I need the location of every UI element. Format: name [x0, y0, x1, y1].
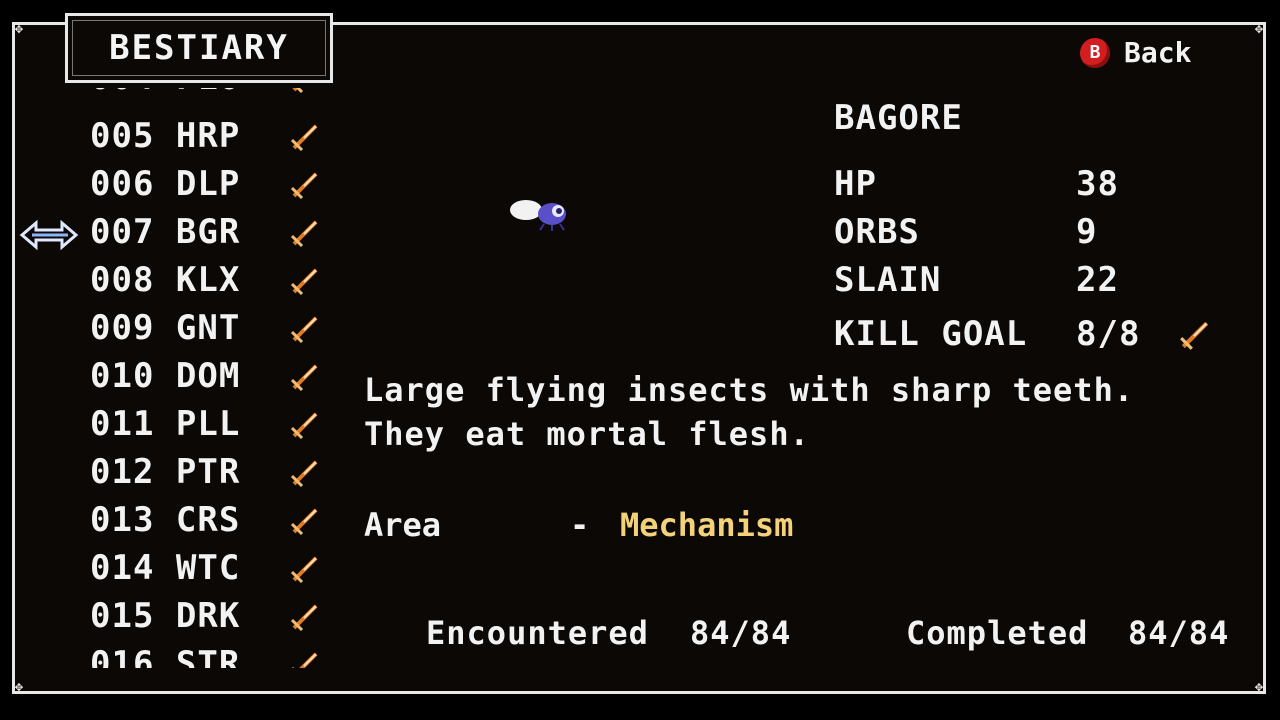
monster-list[interactable]: 004 FLO 005 HRP 006 DLP 007 BGR 008 KLX …: [90, 88, 340, 668]
list-item-label: 013 CRS: [90, 500, 241, 540]
list-item-label: 012 PTR: [90, 452, 241, 492]
list-item[interactable]: 014 WTC: [90, 548, 340, 588]
area-value: Mechanism: [620, 506, 794, 544]
sword-icon: [290, 508, 318, 536]
list-item[interactable]: 004 FLO: [90, 88, 340, 98]
list-item-label: 009 GNT: [90, 308, 241, 348]
monster-description: Large flying insects with sharp teeth. T…: [364, 368, 1134, 456]
kill-goal-value: 8/8: [1076, 314, 1141, 354]
kill-goal-label: KILL GOAL: [834, 314, 1028, 354]
description-line: Large flying insects with sharp teeth.: [364, 371, 1135, 409]
sword-icon: [292, 652, 318, 668]
back-label: Back: [1124, 36, 1192, 69]
list-item-label: 016 STR: [90, 644, 241, 668]
list-item-label: 006 DLP: [90, 164, 241, 204]
sword-icon: [290, 124, 318, 152]
list-item[interactable]: 005 HRP: [90, 116, 340, 156]
sword-icon: [292, 88, 304, 94]
list-item-label: 015 DRK: [90, 596, 241, 636]
list-item-label: 011 PLL: [90, 404, 241, 444]
monster-name: BAGORE: [834, 98, 963, 138]
completed-label: Completed: [906, 614, 1089, 652]
completed-value: 84/84: [1128, 614, 1230, 652]
orbs-value: 9: [1076, 212, 1098, 252]
sword-icon: [290, 556, 318, 584]
list-item-label: 004 FLO: [90, 88, 240, 98]
selection-cursor-icon: [19, 219, 78, 251]
sword-icon: [290, 172, 318, 200]
list-item[interactable]: 015 DRK: [90, 596, 340, 636]
list-item[interactable]: 009 GNT: [90, 308, 340, 348]
list-item[interactable]: 012 PTR: [90, 452, 340, 492]
bagore-sprite: [510, 200, 566, 231]
list-item[interactable]: 006 DLP: [90, 164, 340, 204]
sword-icon: [290, 220, 318, 248]
list-item[interactable]: 010 DOM: [90, 356, 340, 396]
list-item[interactable]: 011 PLL: [90, 404, 340, 444]
description-line: They eat mortal flesh.: [364, 415, 810, 453]
slain-value: 22: [1076, 260, 1119, 300]
area-separator: -: [570, 506, 590, 544]
area-label: Area: [364, 506, 442, 544]
sword-icon: [290, 268, 318, 296]
sword-icon: [290, 412, 318, 440]
list-item[interactable]: 016 STR: [90, 644, 340, 668]
frame-corner-ornament: ✥: [14, 679, 24, 695]
hp-value: 38: [1076, 164, 1119, 204]
frame-corner-ornament: ✥: [14, 21, 24, 37]
title-inner-border: [72, 20, 326, 76]
bestiary-title-box: BESTIARY: [65, 13, 333, 83]
encountered-label: Encountered: [426, 614, 649, 652]
sword-icon: [290, 316, 318, 344]
sword-icon: [290, 604, 318, 632]
list-item-label: 014 WTC: [90, 548, 241, 588]
sword-icon: [1180, 321, 1209, 350]
encountered-value: 84/84: [690, 614, 792, 652]
list-item-selected[interactable]: 007 BGR: [90, 212, 340, 252]
list-item[interactable]: 013 CRS: [90, 500, 340, 540]
list-item-label: 008 KLX: [90, 260, 241, 300]
list-item-label: 010 DOM: [90, 356, 241, 396]
slain-label: SLAIN: [834, 260, 942, 300]
list-item-label: 007 BGR: [90, 212, 241, 252]
sword-icon: [290, 364, 318, 392]
orbs-label: ORBS: [834, 212, 920, 252]
back-button[interactable]: B Back: [1080, 36, 1191, 69]
hp-label: HP: [834, 164, 877, 204]
b-button-icon: B: [1080, 37, 1110, 68]
frame-corner-ornament: ✥: [1254, 21, 1264, 37]
sword-icon: [290, 460, 318, 488]
frame-corner-ornament: ✥: [1254, 679, 1264, 695]
list-item[interactable]: 008 KLX: [90, 260, 340, 300]
list-item-label: 005 HRP: [90, 116, 241, 156]
